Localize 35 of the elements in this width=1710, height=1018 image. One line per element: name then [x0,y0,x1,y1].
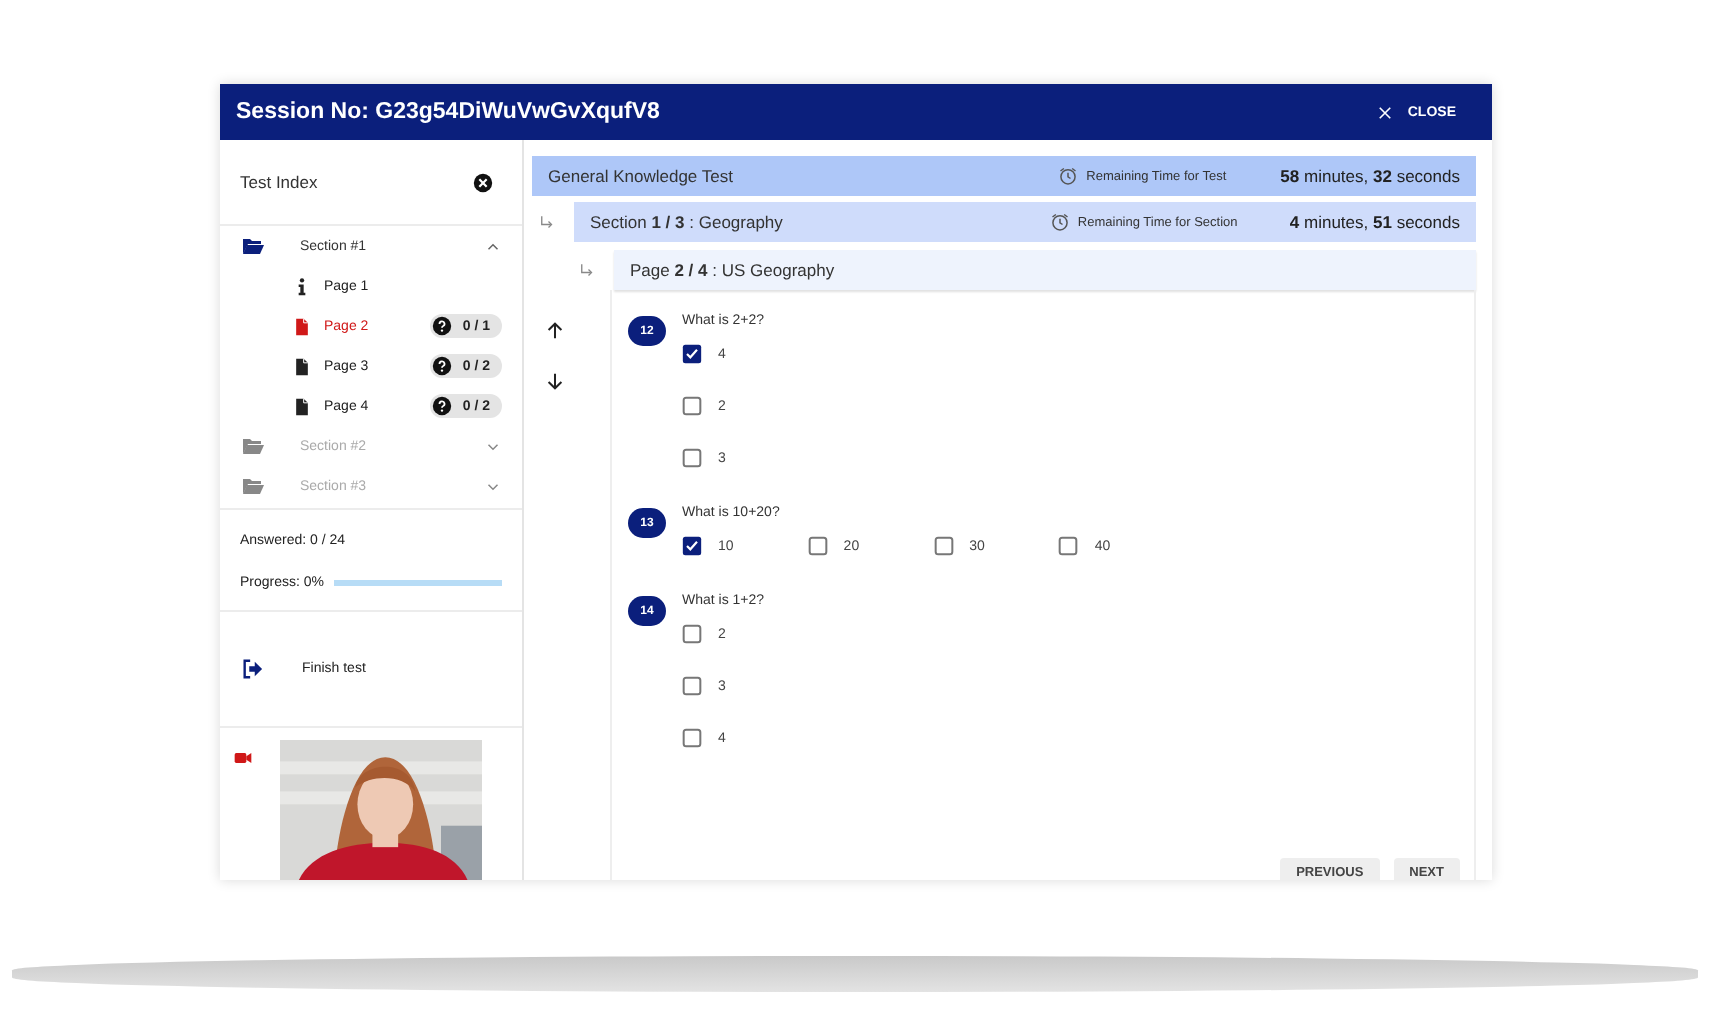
return-arrow-icon [538,213,556,231]
document-icon [292,315,312,337]
close-icon [1375,103,1394,121]
checkbox[interactable] [682,728,702,748]
checkbox[interactable] [682,536,702,556]
alarm-clock-icon [1049,212,1070,232]
exit-icon [240,658,264,680]
arrow-up-icon[interactable] [544,320,566,342]
remaining-time: 58 minutes, 32 seconds [1280,166,1460,186]
panel-title: Test Index [240,172,318,192]
remaining-time: 4 minutes, 51 seconds [1289,212,1460,232]
document-icon [292,395,312,417]
alarm-clock-icon [1058,166,1079,186]
question-icon [432,356,453,376]
checkbox[interactable] [682,676,702,696]
test-title: General Knowledge Test [548,166,735,186]
page-title: Page 2 / 4 : US Geography [630,260,837,280]
checkbox[interactable] [682,344,702,364]
close-icon[interactable] [472,171,494,193]
checkbox[interactable] [933,536,954,556]
checkbox[interactable] [1058,536,1079,556]
question-icon [432,396,453,416]
window-title: Session No: G23g54DiWuVwGvXqufV8 [236,100,660,124]
section-title: Section 1 / 3 : Geography [590,212,785,232]
checkbox[interactable] [682,396,702,416]
arrow-down-icon[interactable] [544,370,566,392]
checkbox[interactable] [807,536,828,556]
folder-icon [240,474,266,498]
document-icon [292,355,312,377]
return-arrow-icon [578,261,596,279]
checkbox[interactable] [682,448,702,468]
question-icon [432,316,453,336]
folder-icon [240,234,266,258]
checkbox[interactable] [682,624,702,644]
folder-icon [240,434,266,458]
